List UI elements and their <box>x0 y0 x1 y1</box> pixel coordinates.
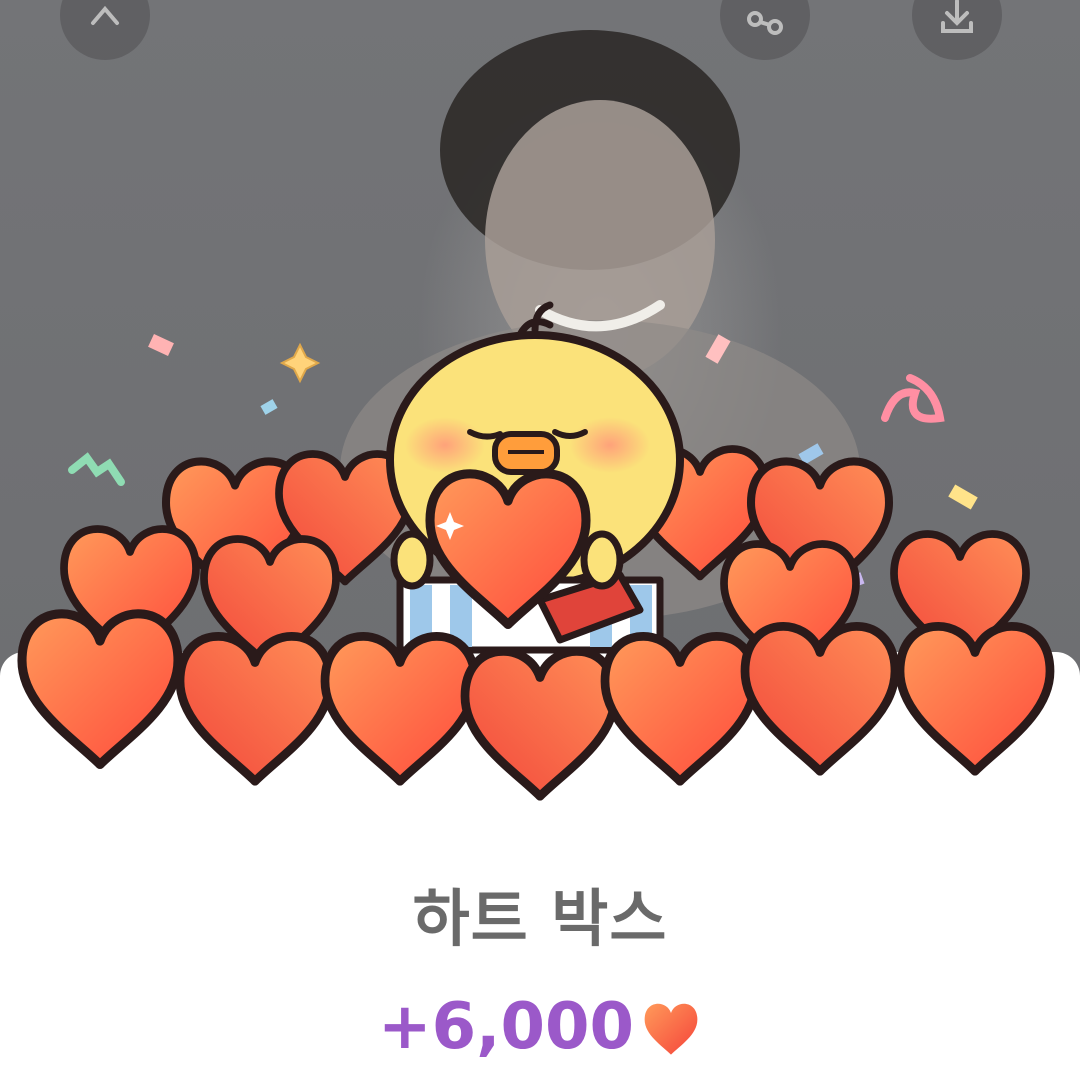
close-icon <box>91 5 119 25</box>
heart-box-illustration <box>0 301 1080 820</box>
reward-amount: +6,000 <box>377 990 635 1064</box>
share-icon <box>747 11 783 35</box>
reward-amount-row: +6,000 <box>0 990 1080 1064</box>
heart-icon <box>644 1003 698 1055</box>
download-icon <box>941 0 973 33</box>
reward-title: 하트 박스 <box>412 882 668 955</box>
